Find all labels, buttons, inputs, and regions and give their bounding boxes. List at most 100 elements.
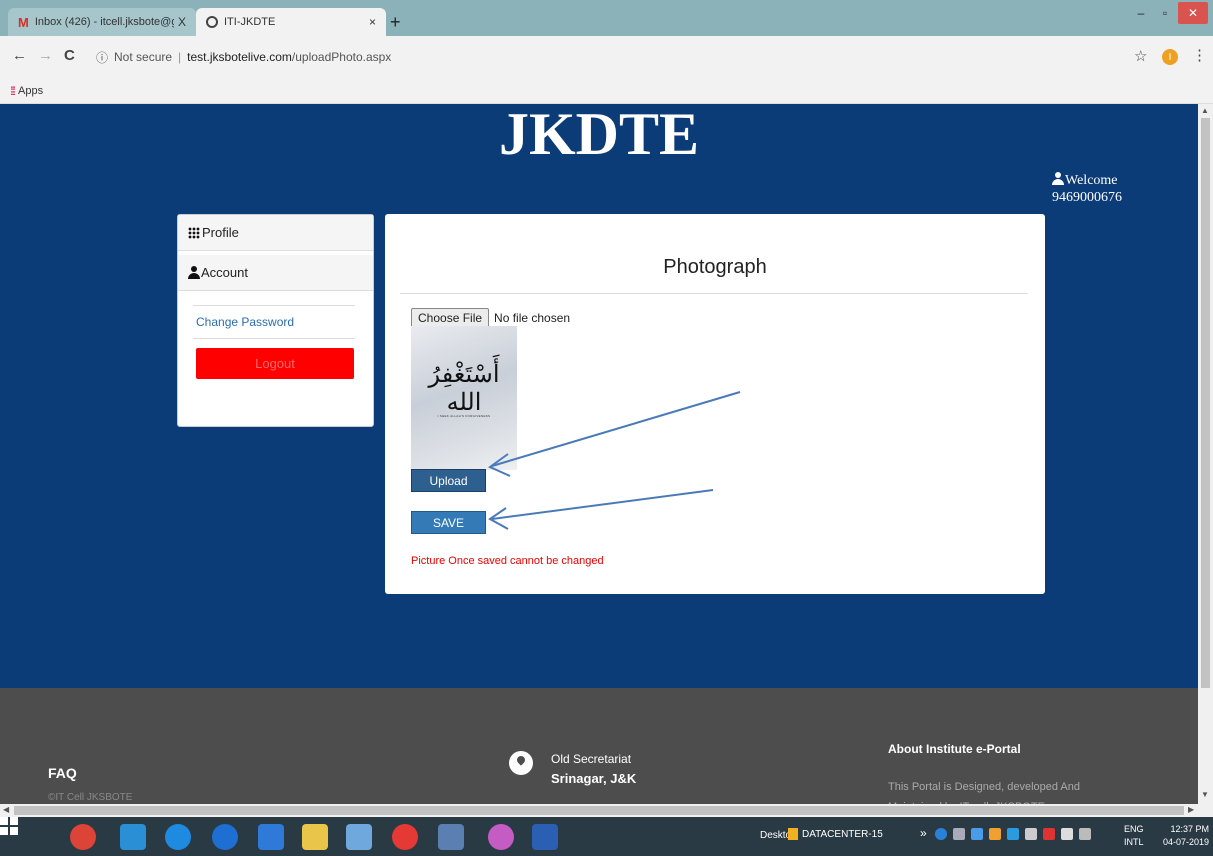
address-line-1: Old Secretariat [551, 752, 632, 766]
profile-avatar[interactable]: I [1162, 49, 1178, 65]
tab-title: ITI-JKDTE [224, 16, 276, 28]
chrome-icon[interactable] [70, 824, 96, 850]
photo-calligraphy: أَسْتَغْفِرُ الله [428, 360, 500, 416]
media-icon[interactable] [346, 824, 372, 850]
browser-menu-icon[interactable]: ⋮ [1192, 46, 1207, 64]
tray-icon[interactable] [953, 828, 965, 840]
folder-icon [788, 828, 798, 840]
user-icon [188, 266, 200, 279]
address-line-2: Srinagar, J&K [551, 771, 637, 786]
scrollbar-thumb[interactable] [14, 806, 1184, 815]
logout-button[interactable]: Logout [196, 348, 354, 379]
file-explorer-icon[interactable] [302, 824, 328, 850]
app-icon[interactable] [120, 824, 146, 850]
gmail-icon: M [18, 14, 29, 30]
tray-icon[interactable] [989, 828, 1001, 840]
forward-icon[interactable]: → [38, 47, 53, 64]
vertical-scrollbar[interactable]: ▲ ▼ [1198, 104, 1213, 804]
choose-file-button[interactable]: Choose File [411, 308, 490, 328]
clock-date: 04-07-2019 [1162, 837, 1209, 847]
lang-line-2: INTL [1124, 837, 1144, 847]
faq-link[interactable]: FAQ [48, 765, 77, 781]
scroll-up-icon[interactable]: ▲ [1201, 106, 1209, 115]
file-status: No file chosen [494, 311, 571, 325]
minimize-icon[interactable]: – [1130, 2, 1152, 24]
site-brand: JKDTE [498, 104, 700, 167]
security-label: Not secure [114, 50, 173, 64]
tray-icon[interactable] [1025, 828, 1037, 840]
location-pin-icon [509, 751, 533, 775]
internet-explorer-icon[interactable] [165, 824, 191, 850]
apps-icon[interactable]: ⁞⁞⁞ [10, 84, 16, 98]
warning-message: Picture Once saved cannot be changed [411, 555, 604, 567]
change-password-link[interactable]: Change Password [196, 315, 373, 329]
user-id: 9469000676 [1052, 190, 1122, 205]
photo-preview: أَسْتَغْفِرُ الله I SEEK ALLAH'S FORGIVE… [411, 326, 517, 470]
word-icon[interactable] [532, 824, 558, 850]
reload-icon[interactable]: C [64, 47, 75, 64]
scanner-icon[interactable] [258, 824, 284, 850]
user-icon [1052, 172, 1064, 185]
back-icon[interactable]: ← [12, 47, 27, 64]
tab-gmail-inbox[interactable]: M Inbox (426) - itcell.jksbote@gma X [8, 8, 196, 36]
language-indicator[interactable]: ENG INTL [1124, 823, 1144, 849]
sidebar-menu: Profile Account Change Password Logout [177, 214, 374, 427]
help-icon[interactable] [935, 828, 947, 840]
info-icon[interactable]: ⓘ [96, 49, 108, 66]
signal-icon[interactable] [1079, 828, 1091, 840]
bookmark-star-icon[interactable]: ☆ [1134, 47, 1147, 65]
lang-line-1: ENG [1124, 824, 1144, 834]
horizontal-scrollbar[interactable]: ◀ ▶ [0, 804, 1213, 817]
network-icon[interactable] [1043, 828, 1055, 840]
scroll-right-icon[interactable]: ▶ [1188, 805, 1194, 814]
about-title: About Institute e-Portal [888, 742, 1021, 756]
copyright-text: ©IT Cell JKSBOTE [48, 792, 133, 803]
tray-icon[interactable] [1007, 828, 1019, 840]
system-tray [935, 828, 1091, 840]
photo-caption: I SEEK ALLAH'S FORGIVENESS [437, 414, 491, 418]
upload-button[interactable]: Upload [411, 469, 486, 492]
clock[interactable]: 12:37 PM 04-07-2019 [1153, 823, 1209, 849]
window-close-icon[interactable]: ✕ [1178, 2, 1208, 24]
clock-time: 12:37 PM [1170, 824, 1209, 834]
url-path: /uploadPhoto.aspx [291, 50, 392, 64]
url-field[interactable]: ⓘ Not secure | test.jksbotelive.com /upl… [96, 45, 1106, 69]
divider [193, 338, 355, 339]
close-tab-icon[interactable]: X [178, 15, 186, 29]
scrollbar-thumb[interactable] [1201, 118, 1210, 688]
restore-icon[interactable]: ▫ [1154, 2, 1176, 24]
installer-icon[interactable] [438, 824, 464, 850]
url-separator: | [178, 50, 182, 64]
volume-icon[interactable] [1061, 828, 1073, 840]
file-input[interactable]: Choose File No file chosen [411, 308, 570, 328]
new-tab-button[interactable]: + [390, 12, 401, 33]
address-bar: ← → C ⓘ Not secure | test.jksbotelive.co… [0, 36, 1213, 78]
opera-icon[interactable] [392, 824, 418, 850]
save-button[interactable]: SAVE [411, 511, 486, 534]
bluetooth-icon[interactable] [212, 824, 238, 850]
tab-iti-jkdte[interactable]: ITI-JKDTE × [196, 8, 386, 36]
tab-title: Inbox (426) - itcell.jksbote@gma [34, 16, 174, 28]
grid-icon [188, 226, 200, 239]
app-icon[interactable] [488, 824, 514, 850]
windows-start-icon[interactable] [0, 817, 18, 835]
site-footer: FAQ ©IT Cell JKSBOTE Old Secretariat Sri… [0, 688, 1198, 804]
welcome-block: Welcome 9469000676 [1052, 172, 1122, 206]
scroll-down-icon[interactable]: ▼ [1201, 790, 1209, 799]
overflow-chevron-icon[interactable]: » [920, 826, 927, 840]
welcome-label: Welcome [1065, 173, 1118, 188]
shield-icon[interactable] [971, 828, 983, 840]
taskbar: Desktop DATACENTER-15 » ENG INTL 12:37 P… [0, 817, 1213, 856]
apps-bookmark[interactable]: Apps [18, 85, 43, 97]
datacenter-toolbar[interactable]: DATACENTER-15 [788, 828, 883, 840]
divider [193, 305, 355, 306]
scroll-left-icon[interactable]: ◀ [3, 805, 9, 814]
sidebar-item-profile[interactable]: Profile [178, 215, 373, 251]
close-tab-icon[interactable]: × [369, 15, 376, 29]
about-text: This Portal is Designed, developed And M… [888, 781, 1081, 804]
page-content: JKDTE Welcome 9469000676 Profile Account… [0, 104, 1198, 804]
sidebar-item-account[interactable]: Account [178, 255, 373, 291]
globe-icon [206, 16, 218, 28]
divider [400, 293, 1028, 294]
sidebar-item-label: Profile [202, 225, 239, 240]
